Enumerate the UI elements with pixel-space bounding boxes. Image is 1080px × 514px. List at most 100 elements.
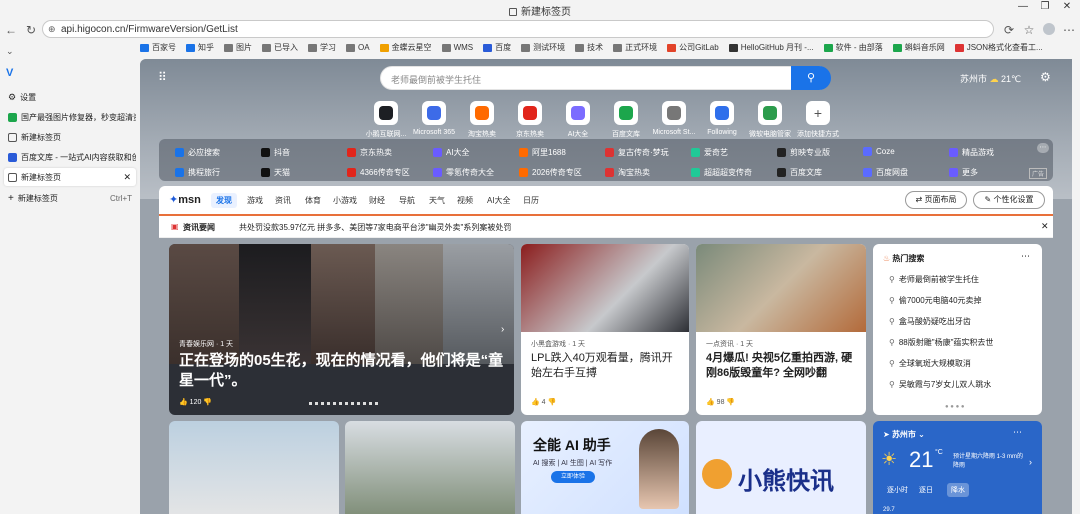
- card-title[interactable]: 4月爆瓜! 央视5亿重拍西游, 硬刚86版毁童年? 全网吵翻: [706, 351, 861, 381]
- quick-link[interactable]: 更多: [949, 167, 978, 178]
- close-tab-icon[interactable]: ✕: [123, 172, 131, 183]
- next-arrow-icon[interactable]: ›: [1029, 457, 1032, 467]
- search-button[interactable]: ⚲: [791, 66, 831, 90]
- page-settings-icon[interactable]: ⚙: [1040, 70, 1051, 84]
- apps-grid-icon[interactable]: ⠿: [158, 70, 167, 84]
- quick-link[interactable]: 剪映专业版: [777, 147, 830, 158]
- hot-search-item[interactable]: ⚲ 偷7000元电脑40元卖掉: [889, 295, 982, 306]
- weather-tab[interactable]: 逐日: [915, 483, 937, 497]
- feed-tab[interactable]: 资讯: [275, 195, 291, 206]
- quick-link[interactable]: 百度文库: [777, 167, 822, 178]
- quick-link[interactable]: 复古传奇·梦玩: [605, 147, 669, 158]
- favorites-icon[interactable]: ☆: [1020, 21, 1038, 39]
- card-reactions[interactable]: 👍 4 👎: [531, 398, 556, 406]
- card-title[interactable]: LPL跌入40万观看量，腾讯开始左右手互搏: [531, 351, 681, 381]
- bookmark-item[interactable]: 测试环境: [521, 42, 565, 53]
- quick-link[interactable]: 天猫: [261, 167, 290, 178]
- msn-logo[interactable]: ✦msn: [169, 193, 201, 206]
- profile-avatar[interactable]: [1043, 23, 1055, 35]
- collapse-chevron-icon[interactable]: ⌄: [6, 46, 14, 57]
- feed-tab[interactable]: 财经: [369, 195, 385, 206]
- new-tab-button[interactable]: + 新建标签页 Ctrl+T: [4, 189, 136, 207]
- quick-links-more-icon[interactable]: ⋯: [1037, 143, 1049, 153]
- minimize-button[interactable]: —: [1014, 1, 1032, 17]
- sidebar-tab-3[interactable]: 百度文库 - 一站式AI内容获取和创作平台: [4, 148, 136, 166]
- ai-try-button[interactable]: 立即体验: [551, 471, 595, 483]
- card-reactions[interactable]: 👍 120 👎: [179, 398, 212, 406]
- quick-link[interactable]: 淘宝热卖: [605, 167, 650, 178]
- feed-tab[interactable]: 游戏: [247, 195, 263, 206]
- feed-tab[interactable]: 发现: [211, 193, 237, 208]
- address-bar[interactable]: ⊕ api.higocon.cn/FirmwareVersion/GetList: [42, 20, 994, 38]
- weather-tab[interactable]: 降水: [947, 483, 969, 497]
- feed-tab[interactable]: AI大全: [487, 195, 511, 206]
- sidebar-item-settings[interactable]: ⚙ 设置: [4, 88, 136, 106]
- bookmark-item[interactable]: 百家号: [140, 42, 176, 53]
- page-layout-button[interactable]: ⇄ 页面布局: [905, 191, 967, 209]
- more-icon[interactable]: ⋯: [1013, 427, 1022, 438]
- quick-link[interactable]: 京东热卖: [347, 147, 392, 158]
- sidebar-tab-2[interactable]: 新建标签页: [4, 128, 136, 146]
- quick-link[interactable]: 2026传奇专区: [519, 167, 582, 178]
- bookmark-item[interactable]: OA: [346, 43, 370, 52]
- back-icon[interactable]: ←: [2, 21, 20, 39]
- quick-link[interactable]: 零氪传奇大全: [433, 167, 494, 178]
- ai-assistant-card[interactable]: 全能 AI 助手 AI 搜索 | AI 生图 | AI 写作 立即体验: [521, 421, 689, 514]
- quick-link[interactable]: Coze: [863, 147, 895, 156]
- bookmark-item[interactable]: 软件 - 由部落: [823, 42, 883, 53]
- hot-search-item[interactable]: ⚲ 全球氧斑大规模取消: [889, 358, 971, 369]
- weather-card[interactable]: ➤ 苏州市 ⌄ ⋯ ☀ 21 °C 预计星期六降雨 1-3 mm的降雨 › 逐小…: [873, 421, 1042, 514]
- sidebar-tab-active[interactable]: 新建标签页 ✕: [4, 168, 136, 186]
- news-card-bottom-2[interactable]: [345, 421, 515, 514]
- more-menu-icon[interactable]: ⋯: [1060, 21, 1078, 39]
- pager-dots[interactable]: ● ● ● ●: [945, 404, 965, 410]
- news-card-xiyou[interactable]: 一点资讯 · 1 天 4月爆瓜! 央视5亿重拍西游, 硬刚86版毁童年? 全网吵…: [696, 244, 866, 415]
- close-headline-icon[interactable]: ✕: [1041, 221, 1049, 232]
- card-reactions[interactable]: 👍 98 👎: [706, 398, 735, 406]
- personalize-button[interactable]: ✎ 个性化设置: [973, 191, 1045, 209]
- quick-link[interactable]: 阿里1688: [519, 147, 566, 158]
- quick-link[interactable]: 精品游戏: [949, 147, 994, 158]
- more-icon[interactable]: ⋯: [1021, 251, 1030, 262]
- bear-news-card[interactable]: 小熊快讯: [696, 421, 866, 514]
- quick-link[interactable]: AI大全: [433, 147, 470, 158]
- quick-link[interactable]: 必应搜索: [175, 147, 220, 158]
- bookmark-item[interactable]: 正式环境: [613, 42, 657, 53]
- hot-search-item[interactable]: ⚲ 88版射雕"杨康"蕴实积去世: [889, 337, 993, 348]
- bookmark-item[interactable]: 蝌蚪音乐网: [892, 42, 945, 53]
- feed-tab[interactable]: 体育: [305, 195, 321, 206]
- feed-tab[interactable]: 日历: [523, 195, 539, 206]
- quick-link[interactable]: 抖音: [261, 147, 290, 158]
- quick-link[interactable]: 爱奇艺: [691, 147, 728, 158]
- card-title[interactable]: 正在登场的05生花，现在的情况看，他们将是“童星一代”。: [179, 351, 509, 391]
- search-box[interactable]: 老师最倒前被学生托住 ⚲: [380, 66, 831, 90]
- headline-bar[interactable]: ▣ 资讯要闻 共处罚没款35.97亿元 拼多多、美团等7家电商平台涉"幽灵外卖"…: [159, 216, 1053, 238]
- next-arrow-icon[interactable]: ›: [501, 324, 504, 335]
- search-input[interactable]: 老师最倒前被学生托住: [391, 73, 481, 86]
- sidebar-tab-1[interactable]: 国产最强图片修复器，秒变超清资源...: [4, 108, 136, 126]
- refresh-icon[interactable]: ↻: [22, 21, 40, 39]
- bookmark-item[interactable]: 技术: [575, 42, 603, 53]
- feed-tab[interactable]: 导航: [399, 195, 415, 206]
- bookmark-item[interactable]: 学习: [308, 42, 336, 53]
- featured-news-card[interactable]: 青春娱乐网 · 1 天 正在登场的05生花，现在的情况看，他们将是“童星一代”。…: [169, 244, 514, 415]
- extensions-icon[interactable]: ⟳: [1000, 21, 1018, 39]
- bookmark-item[interactable]: 已导入: [262, 42, 298, 53]
- weather-top[interactable]: 苏州市 ☁ 21℃: [960, 72, 1021, 85]
- hot-search-item[interactable]: ⚲ 盒马酸奶疑吃出牙齿: [889, 316, 971, 327]
- carousel-dots[interactable]: [309, 402, 379, 405]
- bookmark-item[interactable]: 公司GitLab: [667, 42, 719, 53]
- feed-tab[interactable]: 天气: [429, 195, 445, 206]
- bookmark-item[interactable]: JSON格式化查看工...: [954, 42, 1043, 53]
- bookmark-item[interactable]: WMS: [441, 43, 473, 52]
- quick-link[interactable]: 百度网盘: [863, 167, 908, 178]
- news-card-bottom-1[interactable]: [169, 421, 339, 514]
- bookmark-item[interactable]: 图片: [224, 42, 252, 53]
- news-card-lpl[interactable]: 小黑盒游戏 · 1 天 LPL跌入40万观看量，腾讯开始左右手互搏 👍 4 👎: [521, 244, 689, 415]
- shortcut-tile[interactable]: + 添加快捷方式: [788, 101, 848, 139]
- bookmark-item[interactable]: 百度: [483, 42, 511, 53]
- hot-search-item[interactable]: ⚲ 老师最倒前被学生托住: [889, 274, 979, 285]
- bookmark-item[interactable]: 金蝶云星空: [379, 42, 432, 53]
- feed-tab[interactable]: 视频: [457, 195, 473, 206]
- headline-text[interactable]: 共处罚没款35.97亿元 拼多多、美团等7家电商平台涉"幽灵外卖"系列案被处罚: [239, 222, 511, 233]
